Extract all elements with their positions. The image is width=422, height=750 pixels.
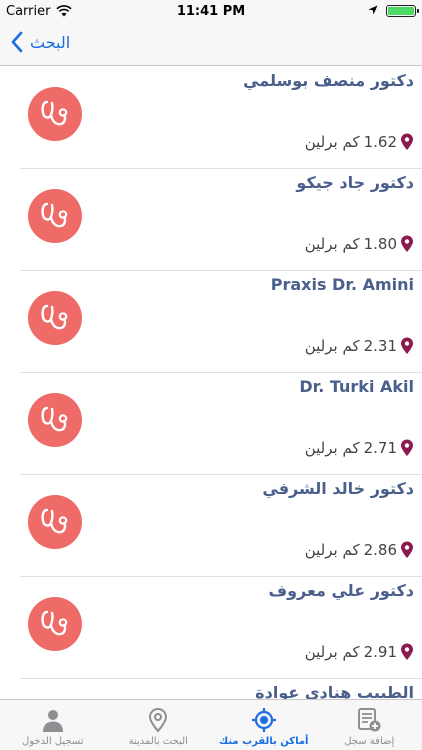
doctor-name: دكتور علي معروف [268,581,415,600]
tab-add-record-label: إضافة سجل [344,736,395,747]
doctor-name: Praxis Dr. Amini [270,275,414,294]
distance-unit: كم برلين [304,643,360,661]
distance-value: 2.71 [363,439,397,457]
doctor-name: دكتور منصف بوسلمي [243,71,414,90]
tab-search-by-city-label: البحث بالمدينة [128,736,188,747]
location-target-icon [251,708,276,732]
tab-add-record[interactable]: إضافة سجل [317,700,422,750]
stethoscope-icon [28,87,82,141]
list-item[interactable]: دكتور جاد جيكو كم برلين 1.80 [20,169,422,271]
doctor-name: دكتور خالد الشرفي [262,479,414,498]
distance-unit: كم برلين [304,337,360,355]
tab-login-label: تسجيل الدخول [21,736,84,747]
person-icon [42,710,63,732]
distance-unit: كم برلين [304,133,360,151]
distance-unit: كم برلين [304,541,360,559]
tab-bar: تسجيل الدخول البحث بالمدينة أماكن بالقرب… [0,699,422,750]
distance-info: كم برلين 1.62 [305,133,414,151]
location-arrow-icon [368,5,378,15]
list-item[interactable]: دكتور منصف بوسلمي كم برلين 1.62 [20,67,422,169]
doctor-name: دكتور جاد جيكو [296,173,414,192]
list-item[interactable]: Praxis Dr. Amini كم برلين 2.31 [20,271,422,373]
status-bar: Carrier 11:41 PM [0,0,422,22]
tab-nearby-places[interactable]: أماكن بالقرب منك [211,700,317,750]
distance-value: 2.91 [363,643,397,661]
battery-icon [386,5,419,17]
map-pin-icon [401,337,413,354]
doctor-name: الطبيب هنادى عوادة [255,683,414,699]
back-label: البحث [30,32,71,52]
distance-unit: كم برلين [304,439,360,457]
distance-info: كم برلين 2.86 [305,541,414,559]
status-time: 11:41 PM [176,4,246,19]
results-list[interactable]: دكتور منصف بوسلمي كم برلين 1.62 دكتور جا… [0,67,422,699]
distance-info: كم برلين 2.71 [305,439,414,457]
distance-info: كم برلين 2.91 [305,643,414,661]
list-item[interactable]: دكتور خالد الشرفي كم برلين 2.86 [20,475,422,577]
stethoscope-icon [28,597,82,651]
stethoscope-icon [28,291,82,345]
stethoscope-icon [28,495,82,549]
distance-value: 2.31 [363,337,397,355]
tab-nearby-places-label: أماكن بالقرب منك [219,736,309,747]
back-button[interactable]: البحث [10,31,70,53]
navigation-bar: البحث [0,22,422,66]
map-pin-icon [401,643,413,660]
chevron-left-icon [11,31,23,53]
map-pin-icon [401,235,413,252]
tab-search-by-city[interactable]: البحث بالمدينة [106,700,212,750]
list-item[interactable]: دكتور علي معروف كم برلين 2.91 [20,577,422,679]
distance-value: 1.80 [363,235,397,253]
map-pin-icon [401,439,413,456]
list-item[interactable]: Dr. Turki Akil كم برلين 2.71 [20,373,422,475]
map-pin-icon [401,541,413,558]
stethoscope-icon [28,189,82,243]
distance-value: 2.86 [363,541,397,559]
stethoscope-icon [28,393,82,447]
add-record-icon [358,708,381,732]
map-pin-icon [401,133,413,150]
tab-login[interactable]: تسجيل الدخول [0,700,106,750]
list-item[interactable]: الطبيب هنادى عوادة [20,679,422,699]
distance-info: كم برلين 1.80 [305,235,414,253]
distance-value: 1.62 [363,133,397,151]
distance-unit: كم برلين [304,235,360,253]
map-pin-icon [149,708,168,733]
distance-info: كم برلين 2.31 [305,337,414,355]
doctor-name: Dr. Turki Akil [299,377,414,396]
